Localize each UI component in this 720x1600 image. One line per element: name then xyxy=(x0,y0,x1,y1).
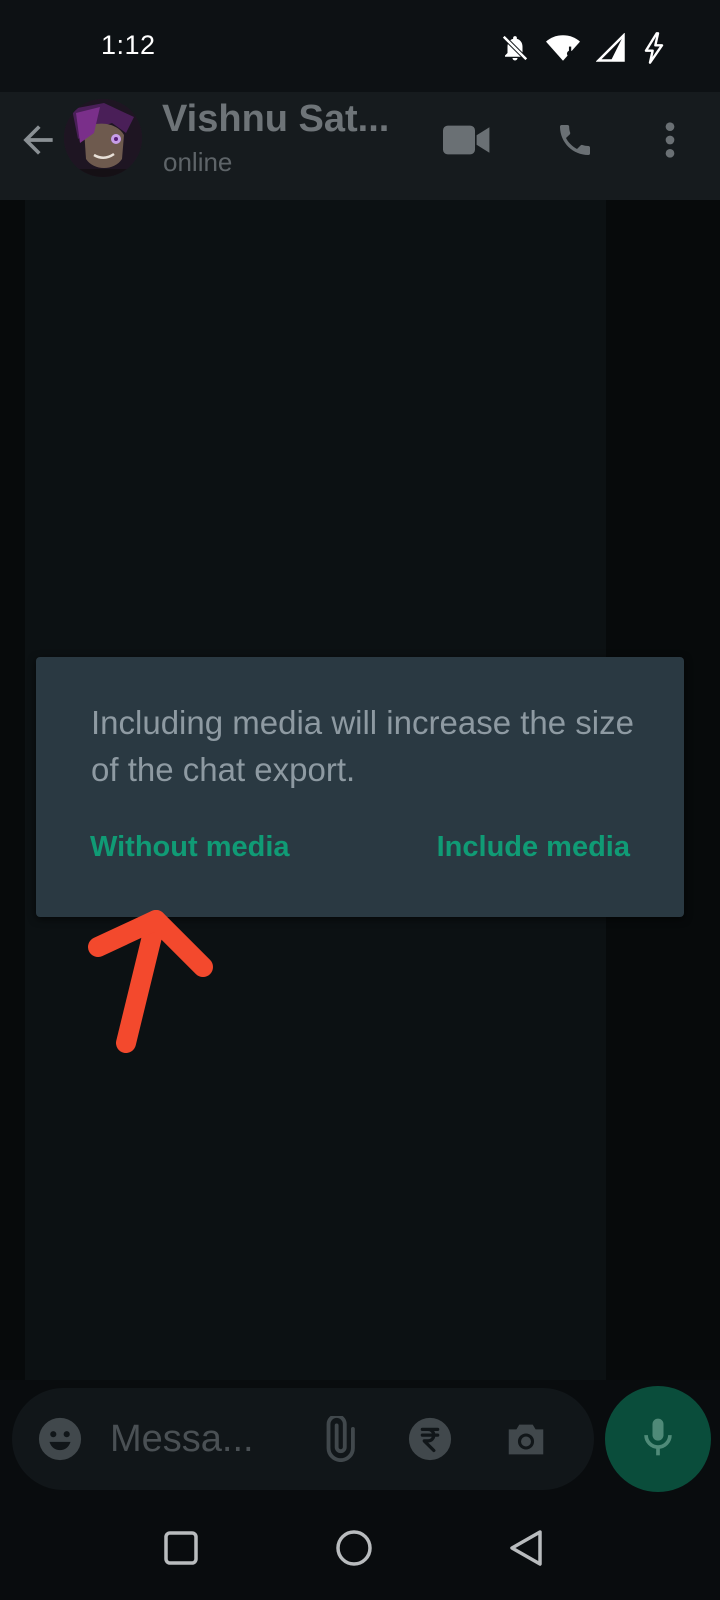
mic-icon xyxy=(636,1415,680,1464)
signal-icon xyxy=(596,33,626,63)
bell-off-icon xyxy=(500,33,530,63)
status-bar: 1:12 xyxy=(0,0,720,92)
attach-icon[interactable] xyxy=(314,1415,362,1463)
message-composer: Messa... xyxy=(12,1388,594,1490)
message-input[interactable]: Messa... xyxy=(110,1418,254,1461)
annotation-arrow-icon xyxy=(88,910,213,1053)
video-call-icon[interactable] xyxy=(441,114,493,166)
camera-icon[interactable] xyxy=(502,1415,550,1463)
status-time: 1:12 xyxy=(101,30,156,60)
mic-button[interactable] xyxy=(605,1386,711,1492)
include-media-button[interactable]: Include media xyxy=(437,831,630,864)
back-triangle-icon[interactable] xyxy=(504,1526,548,1570)
recents-square-icon[interactable] xyxy=(159,1526,203,1570)
back-arrow-icon[interactable] xyxy=(16,118,60,162)
rupee-payment-icon[interactable] xyxy=(406,1415,454,1463)
charging-icon xyxy=(642,32,666,64)
more-options-icon[interactable] xyxy=(644,114,696,166)
status-icons xyxy=(500,30,666,66)
without-media-button[interactable]: Without media xyxy=(90,831,290,864)
wifi-icon xyxy=(546,33,580,63)
dialog-message: Including media will increase the size o… xyxy=(91,704,634,788)
voice-call-icon[interactable] xyxy=(549,114,601,166)
system-nav-bar xyxy=(0,1496,720,1600)
emoji-icon[interactable] xyxy=(36,1415,84,1463)
contact-avatar[interactable] xyxy=(64,99,142,177)
export-media-dialog: Including media will increase the size o… xyxy=(36,657,684,917)
contact-status: online xyxy=(163,147,233,177)
contact-name[interactable]: Vishnu Sat... xyxy=(162,98,389,141)
chat-header: Vishnu Sat... online xyxy=(0,92,720,200)
home-circle-icon[interactable] xyxy=(332,1526,376,1570)
